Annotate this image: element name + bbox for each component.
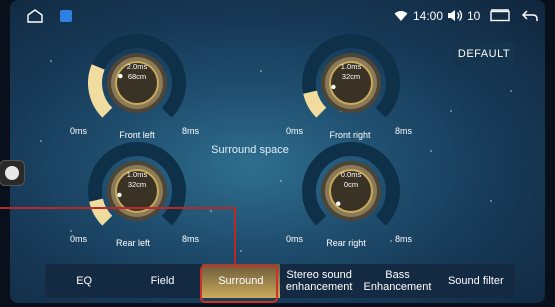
tab-sound-filter[interactable]: Sound filter — [437, 264, 515, 298]
knob-value: 2.0ms 68cm — [126, 62, 148, 81]
knob-value: 0.0ms 0cm — [340, 170, 362, 189]
clock-time: 14:00 — [413, 9, 444, 23]
knob-rear-right[interactable]: 0.0ms 0cm — [292, 132, 410, 250]
default-button[interactable]: DEFAULT — [453, 42, 515, 66]
knob-dial[interactable] — [78, 132, 196, 250]
volume-icon[interactable] — [447, 9, 465, 27]
tab-bar: EQ Field Surround Stereo sound enhanceme… — [45, 264, 515, 298]
tab-eq[interactable]: EQ — [45, 264, 123, 298]
knob-fill — [88, 64, 113, 118]
volume-level: 10 — [467, 9, 481, 23]
knob-min-label: 0ms — [70, 234, 88, 244]
back-icon[interactable] — [521, 9, 539, 28]
tab-bass-enhancement[interactable]: Bass Enhancement — [358, 264, 436, 298]
knob-min-label: 0ms — [286, 234, 304, 244]
floating-assistive-button[interactable] — [0, 160, 25, 186]
knob-name-label: Rear right — [326, 238, 366, 248]
knob-name-label: Rear left — [115, 238, 150, 248]
knob-dial[interactable] — [78, 24, 196, 142]
knob-max-label: 8ms — [182, 234, 200, 244]
knob-rear-left[interactable]: 1.0ms 32cm — [78, 132, 196, 250]
tab-field[interactable]: Field — [123, 264, 201, 298]
knob-value: 1.0ms 32cm — [340, 62, 362, 81]
knob-dial[interactable] — [292, 24, 410, 142]
knob-pointer — [331, 84, 336, 90]
callout-line — [0, 207, 236, 209]
knob-front-left[interactable]: 2.0ms 68cm — [78, 24, 196, 142]
knob-fill — [89, 198, 113, 226]
app-icon[interactable] — [60, 10, 72, 22]
surround-highlight-box — [200, 265, 278, 303]
tab-stereo-sound-enhancement[interactable]: Stereo sound enhancement — [280, 264, 358, 298]
circle-icon — [5, 166, 19, 180]
knob-front-right[interactable]: 1.0ms 32cm — [292, 24, 410, 142]
knob-dial[interactable] — [292, 132, 410, 250]
audio-settings-screen: 14:00 10 DEFAULT Surround space 2.0ms 68c… — [10, 0, 545, 303]
knob-pointer — [336, 201, 341, 206]
knob-max-label: 8ms — [395, 234, 413, 244]
knob-value: 1.0ms 32cm — [126, 170, 148, 189]
knob-fill — [303, 90, 327, 118]
callout-line — [234, 207, 236, 267]
home-icon[interactable] — [26, 9, 44, 28]
knob-pointer — [117, 192, 122, 198]
window-icon[interactable] — [490, 9, 510, 27]
